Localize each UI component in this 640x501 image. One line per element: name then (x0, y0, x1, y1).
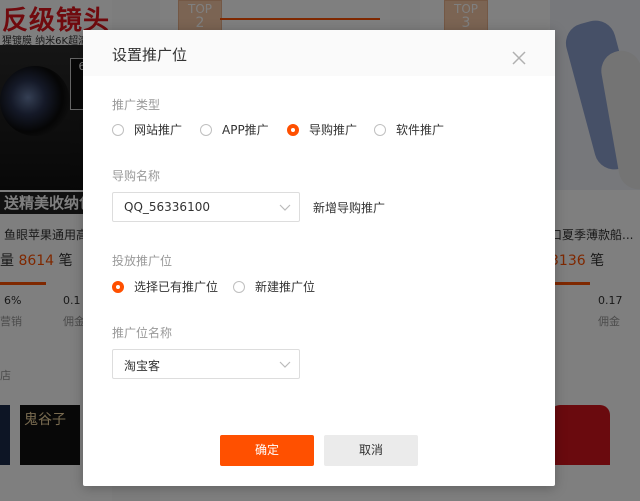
placement-label: 投放推广位 (112, 254, 173, 268)
radio-website-promo[interactable]: 网站推广 (112, 121, 182, 138)
radio-label: 软件推广 (396, 123, 445, 137)
position-name-select[interactable]: 淘宝客 (112, 349, 300, 379)
placement-radio-group: 选择已有推广位 新建推广位 (112, 278, 372, 296)
position-name-label: 推广位名称 (112, 326, 173, 340)
radio-indicator (112, 123, 124, 136)
radio-app-promo[interactable]: APP推广 (200, 121, 269, 138)
radio-label: 选择已有推广位 (134, 280, 219, 294)
radio-label: 网站推广 (134, 123, 183, 137)
radio-select-existing[interactable]: 选择已有推广位 (112, 278, 218, 295)
radio-indicator (112, 280, 124, 293)
chevron-down-icon (279, 361, 291, 368)
radio-indicator (287, 123, 299, 136)
radio-indicator (374, 123, 386, 136)
select-value: QQ_56336100 (124, 200, 210, 214)
radio-indicator (200, 123, 212, 136)
confirm-button[interactable]: 确定 (220, 435, 314, 466)
promo-type-radio-group: 网站推广 APP推广 导购推广 软件推广 (112, 121, 532, 139)
dialog-title: 设置推广位 (112, 46, 188, 64)
promo-type-label: 推广类型 (112, 98, 161, 112)
guide-name-select[interactable]: QQ_56336100 (112, 192, 300, 222)
select-value: 淘宝客 (124, 359, 161, 373)
radio-indicator (233, 280, 245, 293)
radio-label: 导购推广 (309, 123, 358, 137)
close-icon[interactable] (507, 46, 531, 70)
radio-label: 新建推广位 (255, 280, 316, 294)
cancel-button[interactable]: 取消 (324, 435, 418, 466)
radio-guide-promo[interactable]: 导购推广 (287, 121, 357, 138)
radio-software-promo[interactable]: 软件推广 (374, 121, 444, 138)
set-promotion-dialog: 设置推广位 推广类型 网站推广 APP推广 导购推广 软件推广 导购名称 QQ_… (83, 30, 555, 486)
guide-name-label: 导购名称 (112, 169, 161, 183)
radio-label: APP推广 (222, 123, 269, 137)
radio-create-new[interactable]: 新建推广位 (233, 278, 315, 295)
chevron-down-icon (279, 204, 291, 211)
add-guide-promo-link[interactable]: 新增导购推广 (313, 199, 385, 216)
dialog-header: 设置推广位 (83, 30, 555, 76)
